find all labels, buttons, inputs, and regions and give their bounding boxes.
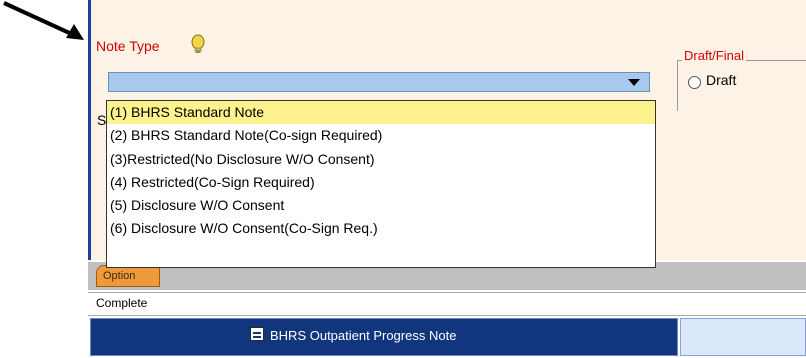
status-text: Complete [96, 296, 148, 310]
list-item[interactable]: (3)Restricted(No Disclosure W/O Consent) [107, 148, 655, 171]
list-item[interactable]: (6) Disclosure W/O Consent(Co-Sign Req.) [107, 217, 655, 240]
chevron-down-icon[interactable] [628, 79, 640, 86]
tab-label: BHRS Outpatient Progress Note [270, 328, 457, 343]
option-tab[interactable]: Option [96, 265, 160, 287]
hidden-label-s: S [97, 112, 107, 128]
draft-label: Draft [706, 72, 737, 88]
list-item[interactable]: (2) BHRS Standard Note(Co-sign Required) [107, 124, 655, 147]
lightbulb-icon[interactable] [190, 34, 206, 56]
list-item[interactable]: (4) Restricted(Co-Sign Required) [107, 171, 655, 194]
form-grid-icon [250, 327, 264, 341]
draft-final-legend: Draft/Final [682, 48, 746, 63]
note-type-dropdown[interactable] [108, 72, 650, 92]
arrow-pointer [3, 1, 84, 40]
status-row [88, 292, 806, 316]
draft-radio[interactable] [688, 76, 701, 89]
list-item[interactable]: (5) Disclosure W/O Consent [107, 194, 655, 217]
list-item[interactable]: (1) BHRS Standard Note [107, 101, 655, 125]
note-type-listbox: (1) BHRS Standard Note (2) BHRS Standard … [106, 100, 656, 268]
note-type-label: Note Type [96, 38, 160, 54]
tab-inactive[interactable] [680, 318, 806, 356]
